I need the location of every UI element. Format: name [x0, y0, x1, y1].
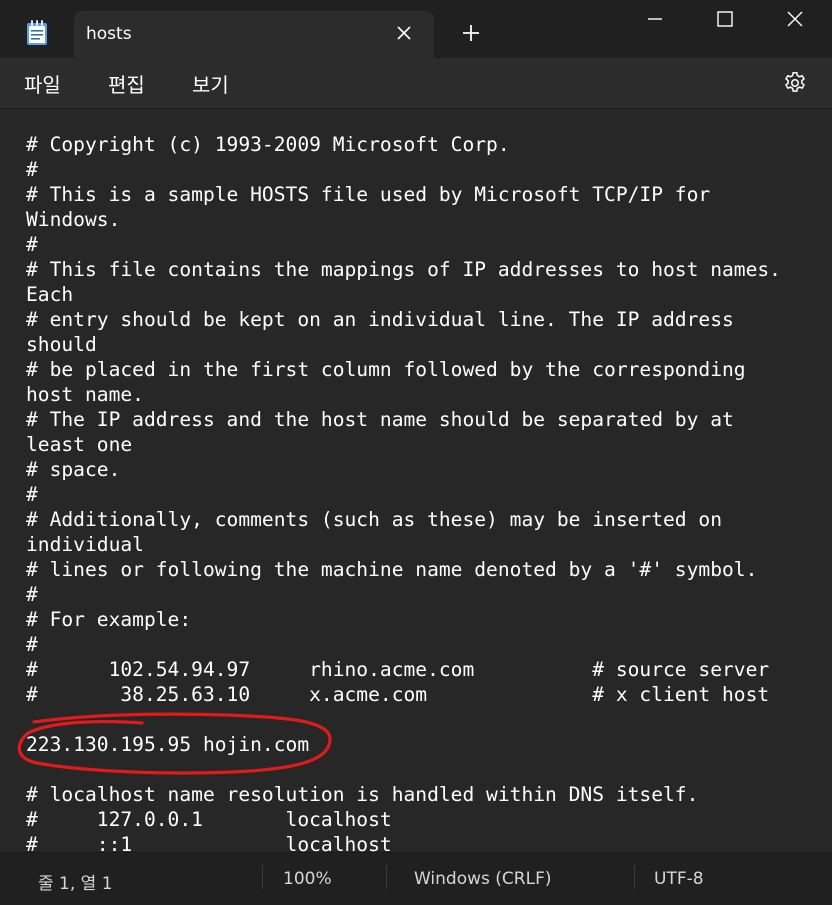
divider: [386, 865, 387, 889]
minimize-button[interactable]: [620, 0, 690, 38]
menu-file[interactable]: 파일: [24, 69, 61, 98]
text-line: # This file contains the mappings of IP …: [26, 258, 781, 281]
text-line: # 127.0.0.1 localhost: [26, 808, 392, 831]
text-line: # localhost name resolution is handled w…: [26, 783, 699, 806]
text-line: individual: [26, 533, 144, 556]
text-line: # 38.25.63.10 x.acme.com # x client host: [26, 683, 770, 706]
encoding[interactable]: UTF-8: [654, 869, 704, 889]
tab-title: hosts: [86, 24, 132, 44]
text-line: # Copyright (c) 1993-2009 Microsoft Corp…: [26, 133, 510, 156]
red-circle-annotation: [17, 712, 332, 775]
text-line: should: [26, 333, 97, 356]
text-line: #: [26, 483, 38, 506]
text-line: # entry should be kept on an individual …: [26, 308, 734, 331]
text-line: #: [26, 633, 38, 656]
text-line: #: [26, 583, 38, 606]
notepad-icon: [26, 20, 48, 46]
zoom-level[interactable]: 100%: [283, 869, 332, 889]
menu-edit[interactable]: 편집: [108, 69, 145, 98]
text-line: Windows.: [26, 208, 121, 231]
divider: [262, 865, 263, 889]
close-icon[interactable]: [392, 21, 416, 45]
window-close-button[interactable]: [760, 0, 830, 38]
menu-view[interactable]: 보기: [192, 69, 229, 98]
maximize-button[interactable]: [690, 0, 760, 38]
plus-icon[interactable]: [456, 18, 486, 48]
maximize-icon: [717, 11, 733, 27]
text-line: # 102.54.94.97 rhino.acme.com # source s…: [26, 658, 770, 681]
menu-bar: 파일 편집 보기: [0, 58, 832, 108]
status-bar: 줄 1, 열 1 100% Windows (CRLF) UTF-8: [0, 852, 832, 905]
gear-icon[interactable]: [782, 70, 808, 96]
text-line: # ::1 localhost: [26, 833, 392, 853]
text-line: # lines or following the machine name de…: [26, 558, 758, 581]
text-line: Each: [26, 283, 74, 306]
divider: [634, 865, 635, 889]
text-line: # The IP address and the host name shoul…: [26, 408, 734, 431]
text-line: # space.: [26, 458, 121, 481]
cursor-position: 줄 1, 열 1: [38, 874, 113, 894]
text-line: # Additionally, comments (such as these)…: [26, 508, 722, 531]
text-editor[interactable]: # Copyright (c) 1993-2009 Microsoft Corp…: [0, 108, 832, 853]
text-line: #: [26, 233, 38, 256]
title-bar: hosts: [0, 0, 832, 58]
text-line: host name.: [26, 383, 144, 406]
minimize-icon: [648, 18, 662, 20]
line-ending[interactable]: Windows (CRLF): [414, 869, 552, 889]
close-icon: [787, 11, 803, 27]
text-line: # For example:: [26, 608, 192, 631]
text-line: #: [26, 158, 38, 181]
text-line: # be placed in the first column followed…: [26, 358, 746, 381]
tab-hosts[interactable]: hosts: [74, 11, 434, 58]
text-line: # This is a sample HOSTS file used by Mi…: [26, 183, 711, 206]
text-line: least one: [26, 433, 133, 456]
